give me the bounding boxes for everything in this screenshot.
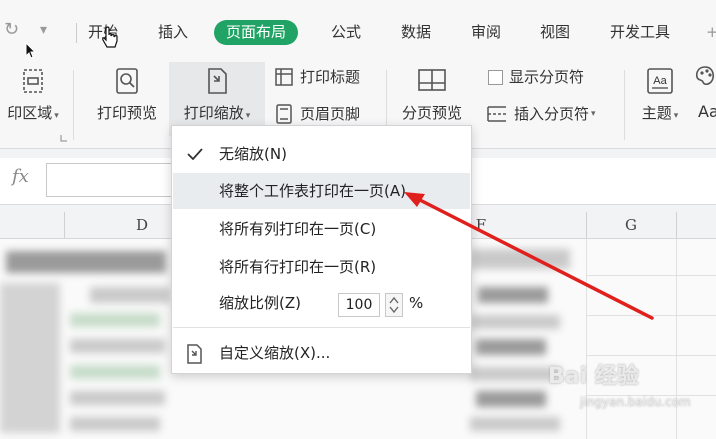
menu-item-label: 将整个工作表打印在一页(A) xyxy=(219,182,406,200)
menu-item-label: 将所有行打印在一页(R) xyxy=(219,258,377,276)
print-preview-label: 打印预览 xyxy=(96,104,157,122)
color-palette-icon[interactable] xyxy=(694,64,716,88)
header-footer-icon xyxy=(276,104,292,124)
insert-page-break-icon xyxy=(487,106,506,122)
ribbon-separator xyxy=(624,70,625,140)
show-page-breaks-checkbox[interactable]: 显示分页符 xyxy=(488,66,584,88)
insert-page-break-button[interactable]: 插入分页符 ▾ xyxy=(486,103,596,125)
percent-unit: % xyxy=(409,294,424,312)
baidu-watermark-url: jingyan.baidu.com xyxy=(580,395,691,409)
spin-up-icon[interactable] xyxy=(389,296,399,304)
checkmark-icon xyxy=(187,148,203,160)
header-footer-label: 页眉页脚 xyxy=(300,105,361,123)
scale-ratio-input[interactable]: 100 xyxy=(338,293,380,317)
checkbox-icon[interactable] xyxy=(488,69,503,85)
menu-item-fit-sheet-one-page[interactable]: 将整个工作表打印在一页(A) xyxy=(173,173,470,209)
insert-page-break-label: 插入分页符 xyxy=(514,105,590,123)
menu-item-fit-columns-one-page[interactable]: 将所有列打印在一页(C) xyxy=(173,211,470,247)
tab-data[interactable]: 数据 xyxy=(401,20,431,44)
column-header-g[interactable]: G xyxy=(586,212,676,238)
menu-item-label: 将所有列打印在一页(C) xyxy=(219,220,377,238)
print-area-button[interactable]: 印区域 ▾ xyxy=(0,66,66,123)
menu-item-label: 自定义缩放(X)... xyxy=(219,344,331,362)
font-button-label[interactable]: Aa xyxy=(698,102,716,121)
spin-down-icon[interactable] xyxy=(389,306,399,314)
menu-separator xyxy=(76,23,77,43)
column-header-f[interactable]: F xyxy=(470,212,492,238)
quick-access-dropdown-icon[interactable]: ▾ xyxy=(40,18,47,42)
menu-separator xyxy=(173,327,470,328)
hand-cursor-icon xyxy=(102,26,118,48)
theme-button[interactable]: Aa 主题 ▾ xyxy=(632,66,688,123)
print-area-label: 印区域 xyxy=(7,104,53,122)
scale-spinner[interactable] xyxy=(385,293,403,317)
tab-insert[interactable]: 插入 xyxy=(158,20,188,44)
menu-item-label: 无缩放(N) xyxy=(219,145,287,163)
column-divider xyxy=(676,212,677,238)
ribbon-separator xyxy=(73,70,74,140)
header-footer-button[interactable]: 页眉页脚 xyxy=(274,103,360,125)
print-scale-dropdown: 无缩放(N) 将整个工作表打印在一页(A) 将所有列打印在一页(C) 将所有行打… xyxy=(171,125,472,374)
tab-formulas[interactable]: 公式 xyxy=(331,20,361,44)
tab-review[interactable]: 审阅 xyxy=(471,20,501,44)
theme-icon: Aa xyxy=(647,68,673,94)
custom-scaling-icon xyxy=(187,344,202,364)
redo-icon[interactable]: ↻ xyxy=(4,18,19,42)
more-tabs-icon[interactable]: + xyxy=(706,20,716,44)
tab-developer[interactable]: 开发工具 xyxy=(610,20,670,44)
dialog-launcher-icon[interactable] xyxy=(60,134,68,142)
menu-item-fit-rows-one-page[interactable]: 将所有行打印在一页(R) xyxy=(173,249,470,285)
print-area-icon xyxy=(23,69,43,93)
print-scale-label: 打印缩放 xyxy=(183,104,244,122)
scale-ratio-label: 缩放比例(Z) xyxy=(219,294,301,312)
menu-item-no-scaling[interactable]: 无缩放(N) xyxy=(173,136,470,172)
menu-item-scale-ratio: 缩放比例(Z) 100 % xyxy=(173,285,470,321)
show-page-breaks-label: 显示分页符 xyxy=(509,68,585,86)
tab-view[interactable]: 视图 xyxy=(540,20,570,44)
page-break-preview-button[interactable]: 分页预览 xyxy=(394,66,470,123)
svg-text:Aa: Aa xyxy=(653,75,667,87)
cursor-icon xyxy=(25,42,37,59)
tab-page-layout[interactable]: 页面布局 xyxy=(214,20,299,45)
page-break-preview-icon xyxy=(418,69,446,91)
theme-label: 主题 xyxy=(641,104,672,122)
page-break-preview-label: 分页预览 xyxy=(401,104,462,122)
print-titles-button[interactable]: 打印标题 xyxy=(274,66,360,88)
print-titles-label: 打印标题 xyxy=(300,68,361,86)
menu-item-custom-scaling[interactable]: 自定义缩放(X)... xyxy=(173,335,470,371)
fx-icon[interactable]: fx xyxy=(12,166,29,187)
print-preview-icon xyxy=(116,68,138,94)
print-preview-button[interactable]: 打印预览 xyxy=(88,66,166,123)
print-scale-icon xyxy=(208,68,227,94)
baidu-watermark: Bai 经验 xyxy=(548,364,639,389)
print-titles-icon xyxy=(275,68,293,86)
